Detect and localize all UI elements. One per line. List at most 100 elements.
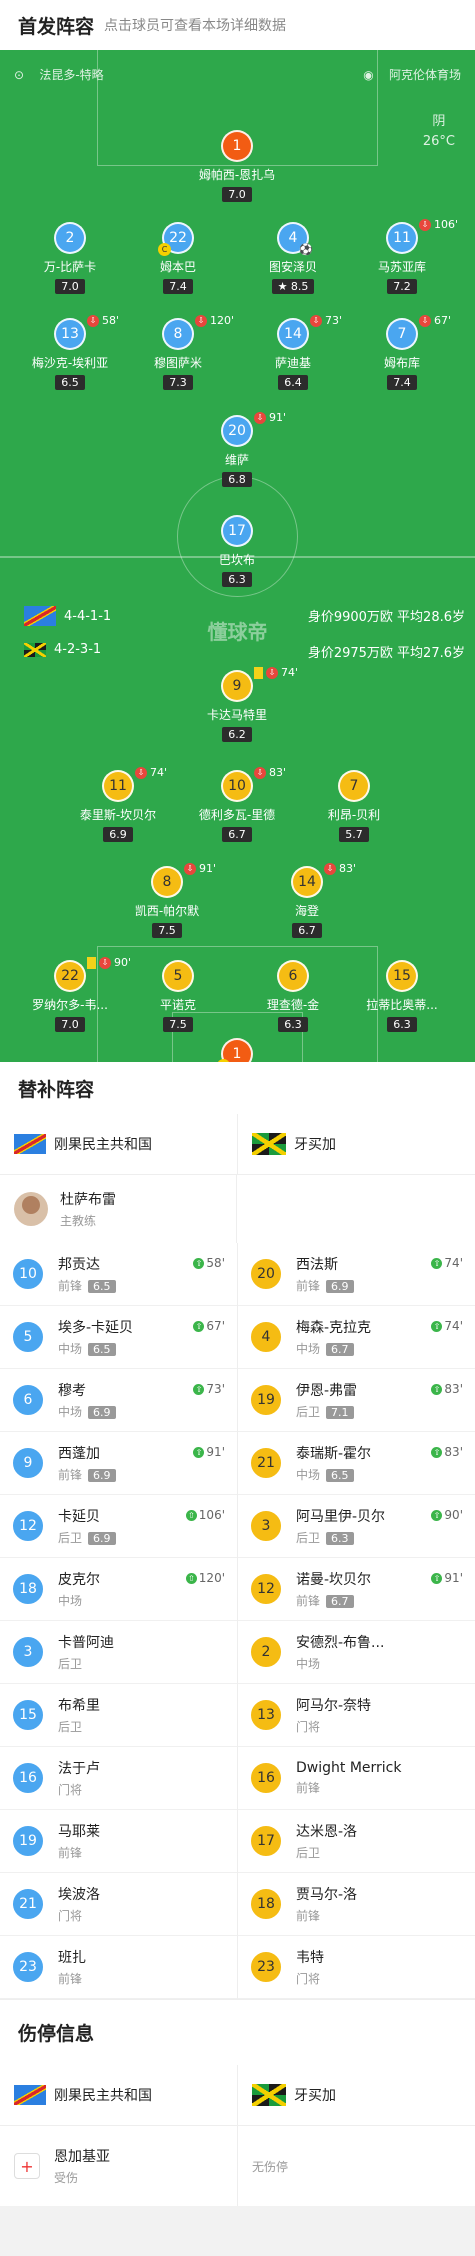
sub-on-icon: ⇧ [193, 1257, 205, 1269]
sub-row[interactable]: 12 诺曼-坎贝尔 前锋 6.7 ⇧ 91' [238, 1558, 475, 1621]
home-subs: 10 邦贡达 前锋 6.5 ⇧ 58' 5 埃多-卡延贝 中场 6.5 ⇧ 67' 6 穆考 中场 6.9 ⇧ 7… [0, 1243, 238, 1999]
player-4-home[interactable]: 4 ⚽ 图安泽贝 ★ 8.5 [233, 222, 353, 294]
sub-rating: 6.5 [88, 1280, 116, 1293]
sub-row[interactable]: 13 阿马尔-奈特 门将 [238, 1684, 475, 1747]
sub-number: 13 [250, 1699, 282, 1731]
player-8-away[interactable]: 8 ⇩ 91' 凯西-帕尔默 7.5 [107, 862, 227, 938]
sub-row[interactable]: 17 达米恩-洛 后卫 [238, 1810, 475, 1873]
sub-number: 12 [12, 1510, 44, 1542]
sub-name: 韦特 [296, 1950, 324, 1966]
sub-position: 前锋 6.9 [58, 1466, 116, 1483]
player-name: 萨迪基 [274, 356, 311, 370]
sub-row[interactable]: 21 埃波洛 门将 [0, 1873, 237, 1936]
sub-on-icon: ⇧ [431, 1320, 443, 1332]
sub-position: 后卫 6.3 [296, 1529, 385, 1546]
sub-on-icon: ⇧ [431, 1257, 443, 1269]
player-1-home[interactable]: 1 姆帕西-恩扎乌 7.0 [177, 130, 297, 202]
player-rating: 6.9 [103, 827, 133, 842]
sub-name: 泰瑞斯-霍尔 [296, 1446, 372, 1462]
sub-number: 17 [250, 1825, 282, 1857]
player-15-away[interactable]: 15 拉蒂比奥蒂... 6.3 [342, 960, 462, 1032]
home-formation: 4-4-1-1 [24, 606, 111, 626]
sub-position: 前锋 6.5 [58, 1277, 116, 1294]
injury-home[interactable]: + 恩加基亚 受伤 [0, 2126, 238, 2206]
player-name: 平诺克 [159, 998, 196, 1012]
player-5-away[interactable]: 5 平诺克 7.5 [118, 960, 238, 1032]
player-number: 22 ⇩ 90' [54, 956, 131, 992]
coach-name: 杜萨布雷 [60, 1192, 116, 1208]
sub-row[interactable]: 23 班扎 前锋 [0, 1936, 237, 1999]
sub-row[interactable]: 16 Dwight Merrick 前锋 [238, 1747, 475, 1810]
player-number: 8 ⇩ 91' [151, 862, 216, 898]
coach-row[interactable]: 杜萨布雷 主教练 [0, 1175, 237, 1243]
player-2-home[interactable]: 2 万-比萨卡 7.0 [10, 222, 130, 294]
player-6-away[interactable]: 6 理查德-金 6.3 [233, 960, 353, 1032]
lineup-header: 首发阵容 点击球员可查看本场详细数据 [0, 0, 475, 50]
dongqiudi-logo: 懂球帝 [207, 620, 268, 644]
player-rating: ★ 8.5 [271, 279, 315, 294]
player-14-away[interactable]: 14 ⇩ 83' 海登 6.7 [247, 862, 367, 938]
player-20-home[interactable]: 20 ⇩ 91' 维萨 6.8 [177, 411, 297, 487]
sub-off-time: ⇩ 83' [324, 862, 356, 875]
player-name: 巴坎布 [218, 553, 255, 567]
player-13-home[interactable]: 13 ⇩ 58' 梅沙克-埃利亚 6.5 [10, 314, 130, 390]
sub-row[interactable]: 2 安德烈-布鲁... 中场 [238, 1621, 475, 1684]
sub-row[interactable]: 3 阿马里伊-贝尔 后卫 6.3 ⇧ 90' [238, 1495, 475, 1558]
sub-row[interactable]: 23 韦特 门将 [238, 1936, 475, 1999]
sub-row[interactable]: 16 法于卢 门将 [0, 1747, 237, 1810]
player-number: 22 C [158, 222, 194, 256]
injury-away-none: 无伤停 [252, 2159, 289, 2174]
away-formation: 4-2-3-1 [24, 642, 101, 657]
sub-on-icon: ⇧ [431, 1572, 443, 1584]
player-name: 梅沙克-埃利亚 [31, 356, 109, 370]
sub-name: 马耶莱 [58, 1824, 100, 1840]
sub-row[interactable]: 3 卡普阿迪 后卫 [0, 1621, 237, 1684]
sub-number: 16 [250, 1762, 282, 1794]
sub-row[interactable]: 18 贾马尔-洛 前锋 [238, 1873, 475, 1936]
sub-row[interactable]: 9 西蓬加 前锋 6.9 ⇧ 91' [0, 1432, 237, 1495]
player-8-home[interactable]: 8 ⇩ 120' 穆图萨米 7.3 [118, 314, 238, 390]
sub-row[interactable]: 21 泰瑞斯-霍尔 中场 6.5 ⇧ 83' [238, 1432, 475, 1495]
player-10-away[interactable]: 10 ⇩ 83' 德利多瓦-里德 6.7 [177, 766, 297, 842]
player-9-away[interactable]: 9 ⇩ 74' 卡达马特里 6.2 [177, 666, 298, 742]
player-1-home[interactable]: 1C布莱克6.9 [177, 1038, 297, 1062]
player-11-home[interactable]: 11 ⇩ 106' 马苏亚库 7.2 [342, 218, 462, 294]
sub-row[interactable]: 6 穆考 中场 6.9 ⇧ 73' [0, 1369, 237, 1432]
player-rating: 6.3 [387, 1017, 417, 1032]
player-7-home[interactable]: 7 ⇩ 67' 姆布库 7.4 [342, 314, 462, 390]
subs-away-team: 牙买加 [238, 1114, 475, 1174]
sub-position: 后卫 [296, 1846, 321, 1860]
sub-name: 邦贡达 [58, 1257, 100, 1273]
sub-position: 门将 [296, 1720, 321, 1734]
sub-row[interactable]: 19 伊恩-弗雷 后卫 7.1 ⇧ 83' [238, 1369, 475, 1432]
player-22-away[interactable]: 22 ⇩ 90' 罗纳尔多-韦... 7.0 [10, 956, 131, 1032]
sub-number: 15 [12, 1699, 44, 1731]
player-11-away[interactable]: 11 ⇩ 74' 泰里斯-坎贝尔 6.9 [58, 766, 178, 842]
sub-name: 伊恩-弗雷 [296, 1383, 358, 1399]
sub-row[interactable]: 18 皮克尔 中场 ⇧ 120' [0, 1558, 237, 1621]
sub-row[interactable]: 19 马耶莱 前锋 [0, 1810, 237, 1873]
sub-name: 穆考 [58, 1383, 86, 1399]
sub-rating: 7.1 [326, 1406, 354, 1419]
venue: ◉ 阿克伦体育场 [363, 68, 461, 82]
goal-icon: ⚽ [299, 243, 313, 256]
sub-row[interactable]: 10 邦贡达 前锋 6.5 ⇧ 58' [0, 1243, 237, 1306]
sub-row[interactable]: 12 卡延贝 后卫 6.9 ⇧ 106' [0, 1495, 237, 1558]
sub-name: 皮克尔 [58, 1572, 100, 1588]
sub-number: 9 [12, 1447, 44, 1479]
subs-header: 替补阵容 [0, 1062, 475, 1114]
player-7-away[interactable]: 7 利昂-贝利 5.7 [294, 770, 414, 842]
sub-position: 前锋 [58, 1846, 83, 1860]
sub-row[interactable]: 20 西法斯 前锋 6.9 ⇧ 74' [238, 1243, 475, 1306]
sub-row[interactable]: 4 梅森-克拉克 中场 6.7 ⇧ 74' [238, 1306, 475, 1369]
sub-number: 23 [12, 1951, 44, 1983]
player-22-home[interactable]: 22 C 姆本巴 7.4 [118, 222, 238, 294]
player-number: 1 [221, 130, 253, 162]
sub-row[interactable]: 15 布希里 后卫 [0, 1684, 237, 1747]
player-number: 9 ⇩ 74' [221, 666, 298, 702]
player-14-home[interactable]: 14 ⇩ 73' 萨迪基 6.4 [233, 314, 353, 390]
sub-row[interactable]: 5 埃多-卡延贝 中场 6.5 ⇧ 67' [0, 1306, 237, 1369]
sub-on-time: ⇧ 83' [431, 1445, 463, 1459]
player-17-home[interactable]: 17 巴坎布 6.3 [177, 515, 297, 587]
player-name: 马苏亚库 [377, 260, 426, 274]
